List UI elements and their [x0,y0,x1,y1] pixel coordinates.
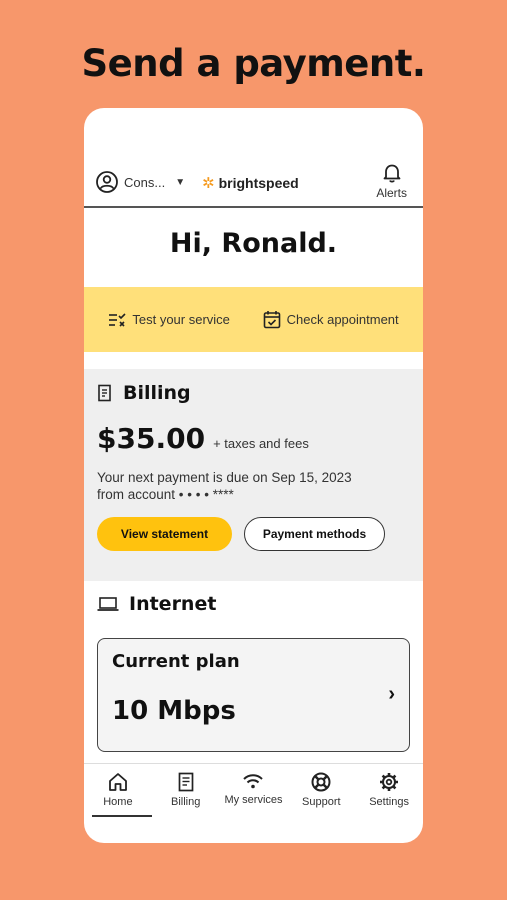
amount-row: $35.00 + taxes and fees [97,422,410,455]
nav-settings[interactable]: Settings [355,764,423,818]
chevron-right-icon: › [388,683,395,705]
due-text: Your next payment is due on Sep 15, 2023… [97,469,410,503]
nav-billing[interactable]: Billing [152,764,220,818]
internet-title: Internet [129,593,217,615]
billing-header: Billing [97,382,410,404]
check-appointment-label: Check appointment [286,312,399,327]
payment-methods-button[interactable]: Payment methods [244,517,385,551]
home-icon [108,773,127,791]
plan-label: Current plan [112,651,240,672]
user-circle-icon [96,171,118,193]
quick-actions-bar: Test your service Check appointment [84,287,423,352]
nav-my-services-label: My services [224,794,283,806]
nav-home[interactable]: Home [84,764,152,818]
bill-icon [178,772,194,792]
account-label: Cons... [124,174,166,190]
amount-suffix: + taxes and fees [213,436,309,451]
plan-speed: 10 Mbps [112,696,236,726]
nav-settings-label: Settings [369,796,409,808]
laptop-icon [97,597,119,611]
top-bar: Cons... ▼ ✲ brightspeed Alerts [84,163,423,208]
billing-card: Billing $35.00 + taxes and fees Your nex… [84,369,423,581]
test-service-label: Test your service [132,312,230,327]
current-plan-card[interactable]: Current plan 10 Mbps › [97,638,410,752]
greeting: Hi, Ronald. [169,228,338,259]
gear-icon [380,773,399,791]
alerts-button[interactable]: Alerts [376,163,407,200]
view-statement-button[interactable]: View statement [97,517,232,551]
nav-support[interactable]: Support [287,764,355,818]
account-switcher[interactable]: Cons... ▼ [96,171,185,193]
check-appointment-button[interactable]: Check appointment [263,310,399,329]
brand-name: brightspeed [218,175,299,191]
nav-support-label: Support [302,796,341,808]
internet-section: Internet [97,593,410,615]
billing-buttons: View statement Payment methods [97,517,410,551]
receipt-icon [98,384,111,402]
alerts-label: Alerts [376,186,407,200]
brightspeed-logo-icon: ✲ [202,175,215,192]
bottom-navigation: Home Billing My services Support Setting… [84,763,423,818]
headline: Send a payment. [81,42,426,85]
internet-header: Internet [97,593,410,615]
bell-icon [383,164,401,183]
brand-logo: ✲ brightspeed [202,174,299,192]
billing-title: Billing [123,382,191,404]
phone-screen: Cons... ▼ ✲ brightspeed Alerts Hi, Ronal… [84,108,423,843]
lifebuoy-icon [311,772,331,792]
due-line-1: Your next payment is due on Sep 15, 2023 [97,470,352,485]
due-line-2: from account • • • • **** [97,487,234,502]
billing-amount: $35.00 [97,422,206,455]
caret-down-icon: ▼ [175,176,186,188]
nav-my-services[interactable]: My services [220,764,288,818]
test-service-button[interactable]: Test your service [108,312,230,327]
calendar-check-icon [263,311,280,329]
wifi-icon [243,774,264,789]
nav-home-label: Home [103,796,133,808]
nav-billing-label: Billing [171,796,201,808]
checklist-icon [109,312,126,327]
